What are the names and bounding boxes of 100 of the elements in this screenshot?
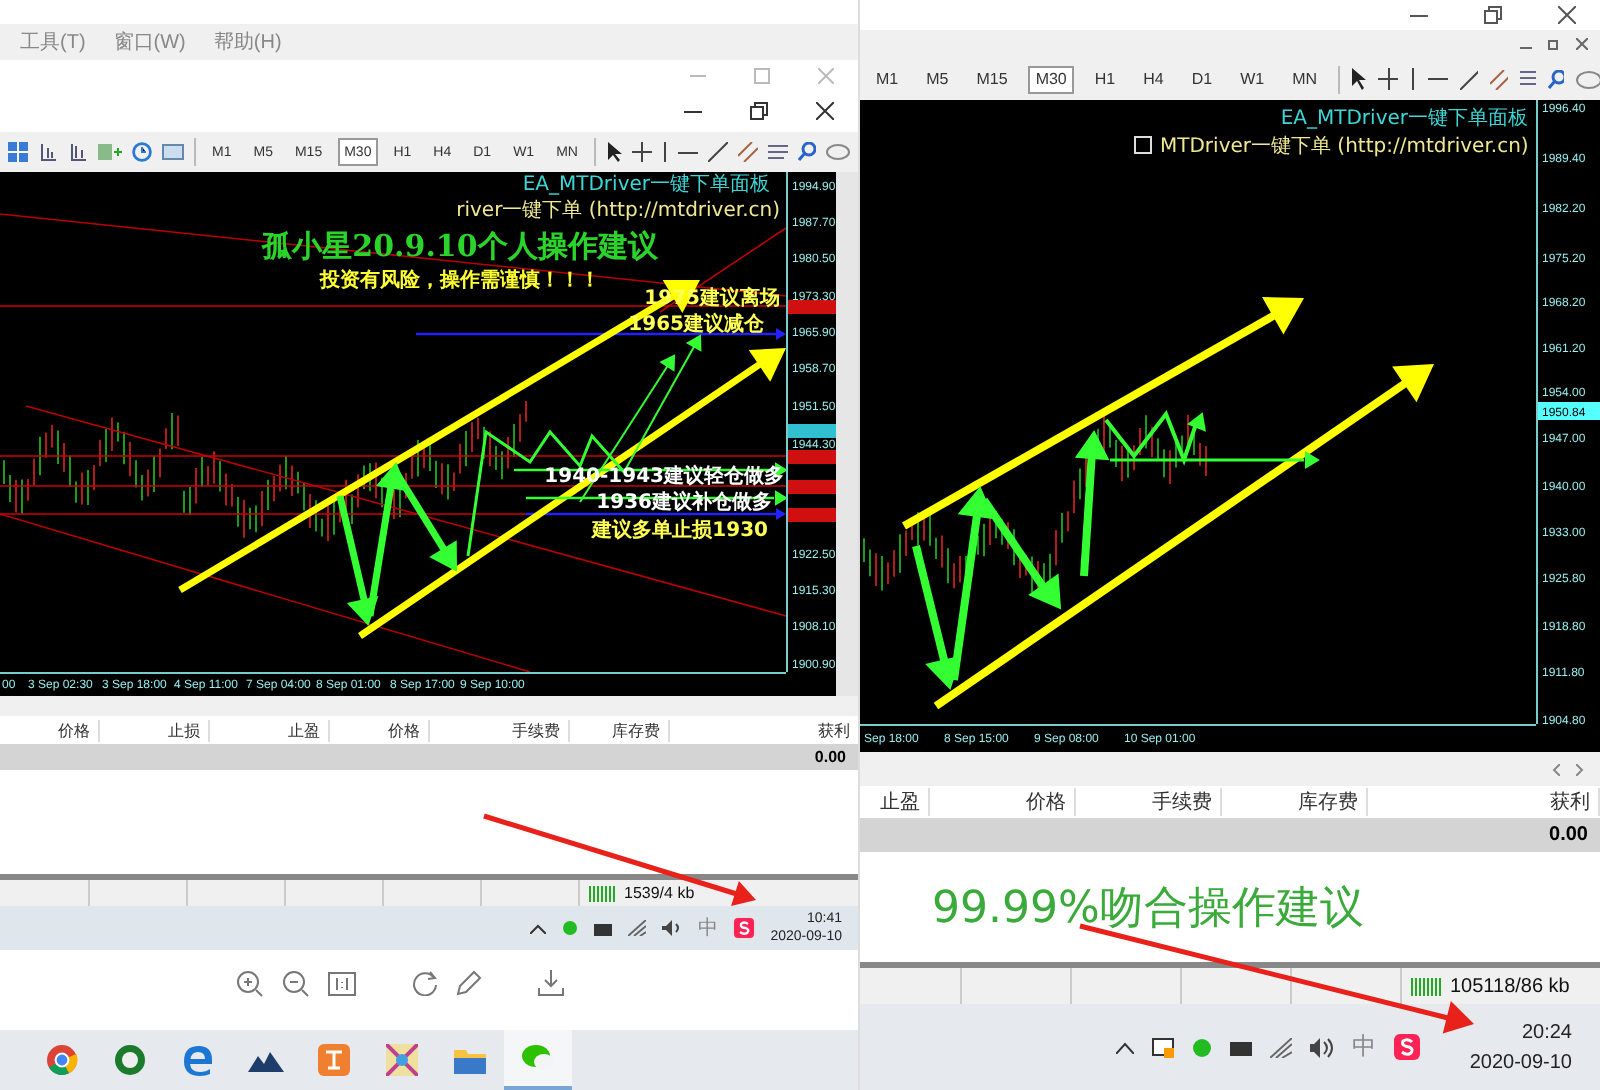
timeframe-button[interactable]: M5 bbox=[918, 65, 957, 93]
bar-chart-icon[interactable] bbox=[38, 142, 58, 162]
search-icon[interactable] bbox=[797, 142, 816, 162]
total-value: 0.00 bbox=[1549, 824, 1588, 846]
close-icon[interactable] bbox=[816, 102, 834, 120]
panel-label: EA_MTDriver一键下单面板 bbox=[522, 174, 770, 196]
memory-status: 1539/4 kb bbox=[624, 884, 695, 902]
clock-icon[interactable] bbox=[132, 142, 152, 162]
column-header[interactable]: 止损 bbox=[100, 719, 210, 741]
timeframe-button[interactable]: M1 bbox=[868, 65, 907, 93]
search-icon[interactable] bbox=[1548, 69, 1565, 89]
close-icon[interactable] bbox=[1558, 6, 1576, 24]
column-header[interactable]: 库存费 bbox=[570, 719, 670, 741]
plus-icon[interactable] bbox=[98, 142, 122, 162]
timeframe-button[interactable]: M15 bbox=[968, 65, 1016, 93]
device-icon[interactable] bbox=[594, 921, 613, 935]
edge-icon[interactable] bbox=[182, 1044, 214, 1076]
wifi-icon[interactable] bbox=[628, 920, 647, 936]
timeframe-button[interactable]: W1 bbox=[1232, 65, 1273, 93]
chevron-up-icon[interactable] bbox=[530, 923, 547, 933]
column-header[interactable]: 手续费 bbox=[430, 719, 570, 741]
column-header[interactable]: 价格 bbox=[0, 719, 100, 741]
column-header[interactable]: 价格 bbox=[930, 788, 1076, 816]
speaker-icon[interactable] bbox=[1309, 1037, 1334, 1057]
timeframe-button[interactable]: D1 bbox=[1183, 65, 1221, 93]
price-tag bbox=[788, 450, 836, 464]
price-tag bbox=[788, 480, 836, 494]
folder-icon[interactable] bbox=[454, 1046, 486, 1074]
column-header[interactable]: 手续费 bbox=[1076, 788, 1222, 816]
column-header[interactable]: 价格 bbox=[330, 719, 430, 741]
device-icon[interactable] bbox=[1229, 1039, 1252, 1055]
timeframe-button[interactable]: M30 bbox=[1027, 65, 1075, 93]
vertical-line-icon[interactable] bbox=[661, 142, 668, 162]
chrome-icon[interactable] bbox=[46, 1044, 78, 1076]
channel-icon[interactable] bbox=[1489, 69, 1508, 89]
colorful-app-icon[interactable] bbox=[386, 1044, 418, 1076]
scroll-left-icon[interactable] bbox=[1552, 763, 1560, 775]
scroll-bar[interactable] bbox=[0, 696, 858, 716]
scroll-bar[interactable] bbox=[860, 752, 1600, 786]
bar-chart-icon[interactable] bbox=[68, 142, 88, 162]
note-text: 99.99%吻合操作建议 bbox=[932, 881, 1364, 937]
connection-bars-icon bbox=[1410, 977, 1442, 995]
s-logo-icon[interactable] bbox=[1393, 1034, 1420, 1060]
price-tag bbox=[788, 424, 836, 438]
cursor-icon[interactable] bbox=[605, 142, 622, 162]
trendline-icon[interactable] bbox=[1459, 69, 1478, 89]
pencil-icon[interactable] bbox=[455, 970, 481, 996]
speaker-icon[interactable] bbox=[662, 920, 683, 936]
grid-icon[interactable] bbox=[8, 142, 28, 162]
horizontal-line-icon[interactable] bbox=[677, 149, 698, 155]
price-tag bbox=[788, 508, 836, 522]
column-header[interactable]: 止盈 bbox=[860, 788, 930, 816]
link-text[interactable]: MTDriver一键下单 (http://mtdriver.cn) bbox=[1160, 136, 1529, 158]
app-icon[interactable] bbox=[318, 1044, 350, 1076]
monitor-icon[interactable] bbox=[1151, 1037, 1174, 1057]
price-badge bbox=[1538, 402, 1600, 420]
memory-status: 105118/86 kb bbox=[1450, 975, 1570, 997]
scroll-right-icon[interactable] bbox=[1576, 763, 1584, 775]
cursor-icon[interactable] bbox=[1350, 68, 1367, 90]
chat-icon[interactable] bbox=[1576, 69, 1600, 89]
horizontal-line-icon[interactable] bbox=[1427, 76, 1448, 82]
vertical-line-icon[interactable] bbox=[1410, 68, 1416, 90]
s-logo-icon[interactable] bbox=[734, 918, 755, 938]
text-lines-icon[interactable] bbox=[767, 143, 788, 161]
crosshair-icon[interactable] bbox=[631, 142, 652, 162]
mountain-icon[interactable] bbox=[248, 1048, 284, 1072]
warning-text: 投资有风险，操作需谨慎！！！ bbox=[320, 270, 600, 292]
restore-icon[interactable] bbox=[750, 102, 768, 120]
chevron-up-icon[interactable] bbox=[1115, 1041, 1134, 1053]
timeframe-button[interactable]: MN bbox=[1284, 65, 1326, 93]
expand-icon[interactable] bbox=[1134, 136, 1152, 154]
actual-size-icon[interactable] bbox=[327, 971, 355, 995]
trendline-icon[interactable] bbox=[707, 142, 728, 162]
chart-note: 建议多单止损1930 bbox=[592, 520, 768, 542]
template-icon[interactable] bbox=[162, 142, 184, 162]
total-value: 0.00 bbox=[814, 748, 846, 766]
timeframe-button[interactable]: H4 bbox=[1135, 65, 1172, 93]
zoom-in-icon[interactable] bbox=[235, 969, 263, 997]
chat-icon[interactable] bbox=[825, 143, 850, 161]
channel-icon[interactable] bbox=[737, 142, 758, 162]
timeframe-button[interactable]: H1 bbox=[1086, 65, 1124, 93]
price-tag bbox=[788, 300, 836, 314]
rotate-icon[interactable] bbox=[411, 970, 437, 996]
chart-note: 1965建议减仓 bbox=[628, 314, 764, 336]
download-icon[interactable] bbox=[537, 970, 563, 996]
link-text[interactable]: river一键下单 (http://mtdriver.cn) bbox=[456, 200, 780, 222]
text-lines-icon[interactable] bbox=[1519, 70, 1537, 88]
connection-bars-icon bbox=[588, 885, 616, 901]
restore-icon[interactable] bbox=[1484, 6, 1502, 24]
panel-label: EA_MTDriver一键下单面板 bbox=[1280, 108, 1528, 130]
column-header[interactable]: 止盈 bbox=[210, 719, 330, 741]
clock-date[interactable]: 2020-09-10 bbox=[1469, 1047, 1572, 1077]
zoom-out-icon[interactable] bbox=[281, 969, 309, 997]
round-app-icon[interactable] bbox=[114, 1044, 146, 1076]
crosshair-icon[interactable] bbox=[1378, 68, 1399, 90]
column-header[interactable]: 获利 bbox=[1368, 788, 1600, 816]
chart-note: 1936建议补仓做多 bbox=[596, 492, 772, 514]
column-header[interactable]: 库存费 bbox=[1222, 788, 1368, 816]
wifi-icon[interactable] bbox=[1269, 1037, 1292, 1057]
clock-time[interactable]: 20:24 bbox=[1521, 1017, 1572, 1047]
